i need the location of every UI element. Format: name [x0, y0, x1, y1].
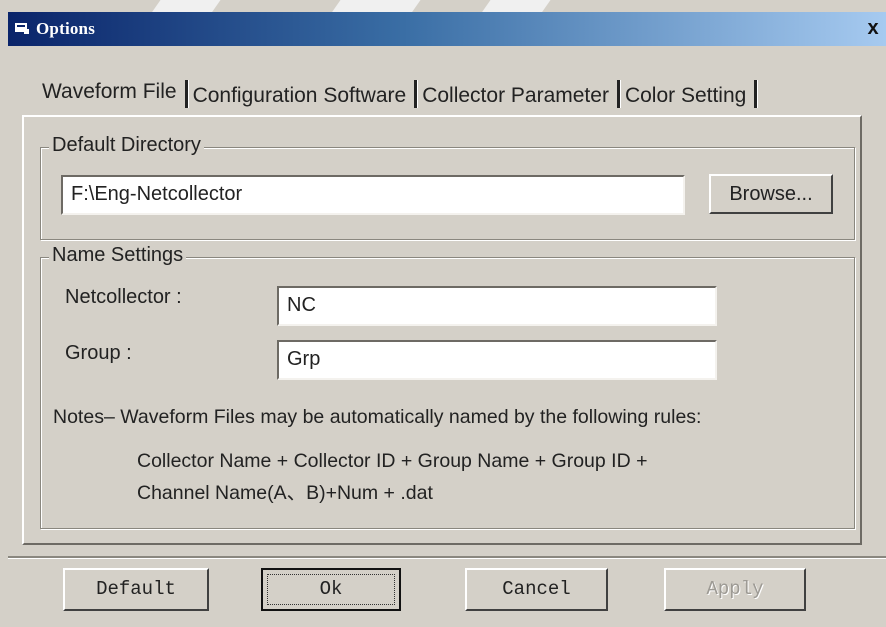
- group-name-field[interactable]: Grp: [277, 340, 717, 380]
- tab-panel-waveform-file: Default Directory F:\Eng-Netcollector Br…: [22, 115, 862, 545]
- tab-waveform-file[interactable]: Waveform File: [38, 78, 185, 110]
- close-icon: x: [867, 17, 879, 39]
- netcollector-label: Netcollector :: [65, 286, 182, 308]
- naming-rule-line-2: Channel Name(A、B)+Num + .dat: [137, 482, 433, 504]
- focus-indicator: [267, 574, 395, 605]
- browse-button[interactable]: Browse...: [709, 174, 833, 214]
- window-icon: [15, 23, 29, 34]
- naming-rule-line-1: Collector Name + Collector ID + Group Na…: [137, 450, 648, 472]
- options-dialog: Options x Waveform File Configuration So…: [0, 0, 886, 627]
- default-button[interactable]: Default: [63, 568, 209, 611]
- footer-divider: [8, 556, 886, 559]
- name-settings-label: Name Settings: [49, 244, 187, 267]
- tab-strip: Waveform File Configuration Software Col…: [38, 78, 759, 116]
- tab-divider: [754, 80, 759, 108]
- tab-color-setting[interactable]: Color Setting: [621, 78, 754, 110]
- directory-path-field[interactable]: F:\Eng-Netcollector: [61, 175, 685, 215]
- close-button[interactable]: x: [862, 17, 884, 39]
- default-directory-label: Default Directory: [49, 134, 204, 157]
- cancel-button[interactable]: Cancel: [465, 568, 608, 611]
- title-bar[interactable]: Options x: [8, 12, 886, 46]
- name-settings-group: Name Settings Netcollector : NC Group : …: [40, 244, 855, 529]
- netcollector-name-field[interactable]: NC: [277, 286, 717, 326]
- window-title: Options: [36, 19, 96, 38]
- group-label: Group :: [65, 342, 132, 364]
- tab-configuration-software[interactable]: Configuration Software: [189, 78, 415, 110]
- ok-button[interactable]: Ok: [261, 568, 401, 611]
- default-directory-group: Default Directory F:\Eng-Netcollector Br…: [40, 134, 855, 240]
- tab-collector-parameter[interactable]: Collector Parameter: [418, 78, 617, 110]
- apply-button[interactable]: Apply: [664, 568, 806, 611]
- naming-notes: Notes– Waveform Files may be automatical…: [53, 406, 702, 428]
